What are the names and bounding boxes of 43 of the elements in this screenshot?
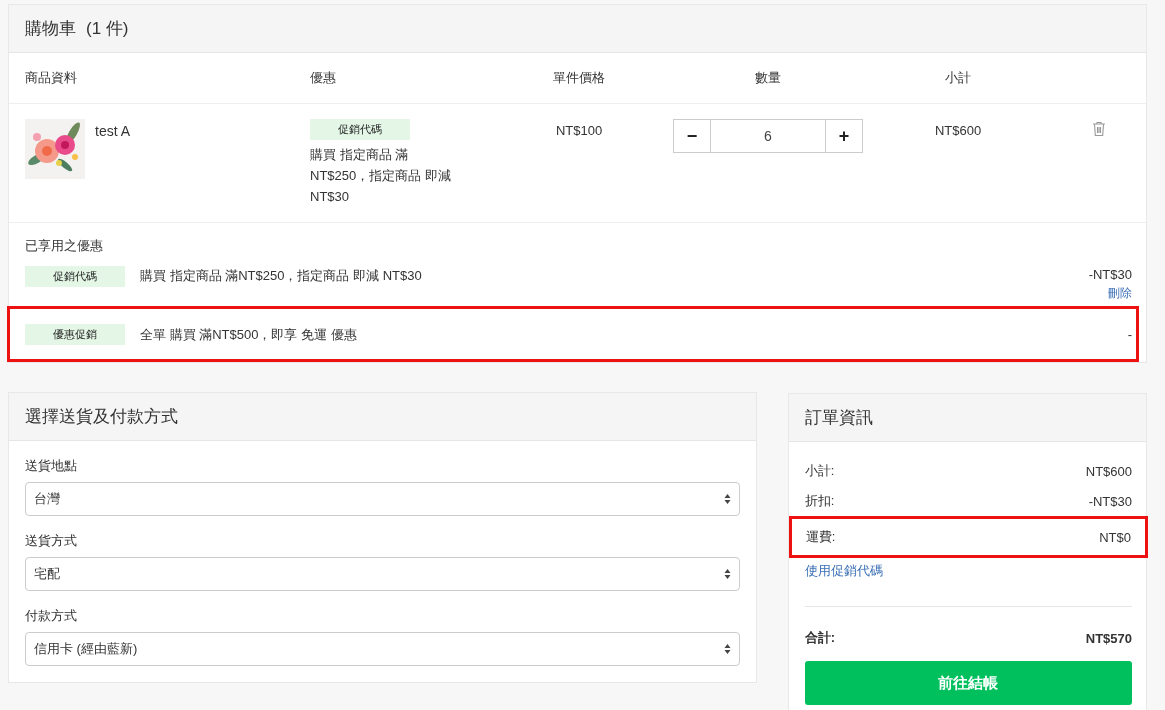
up-down-caret-icon — [723, 493, 731, 505]
trash-icon[interactable] — [1092, 121, 1106, 137]
promo-description: 購買 指定商品 滿 NT$250，指定商品 即減 NT$30 — [310, 146, 452, 206]
field-label: 付款方式 — [25, 607, 78, 625]
column-header: 小計 — [945, 69, 971, 87]
select-field[interactable]: 台灣 — [25, 482, 740, 516]
applied-discounts-title: 已享用之優惠 — [24, 237, 104, 255]
discount-tag: 促銷代碼 — [25, 266, 125, 287]
column-header: 商品資料 — [25, 69, 77, 87]
up-down-caret-icon — [723, 568, 731, 580]
summary-value: -NT$30 — [1088, 493, 1132, 509]
discount-amount: - — [1127, 327, 1132, 342]
delivery-title: 選擇送貨及付款方式 — [25, 406, 178, 428]
order-title: 訂單資訊 — [804, 407, 873, 429]
item-count: (1 件) — [86, 18, 129, 40]
total-value: NT$570 — [1085, 630, 1132, 646]
up-down-caret-icon — [723, 643, 731, 655]
cart-title: 購物車 — [25, 18, 76, 40]
select-field[interactable]: 宅配 — [25, 557, 740, 591]
quantity-field[interactable]: 6 — [710, 120, 826, 152]
column-header: 數量 — [755, 69, 781, 87]
remove-link[interactable]: 刪除 — [1108, 285, 1132, 302]
select-field[interactable]: 信用卡 (經由藍新) — [25, 632, 740, 666]
column-header: 單件價格 — [553, 69, 605, 87]
field-label: 送貨方式 — [25, 532, 78, 550]
summary-label: 小計: — [804, 462, 835, 480]
promo-tag: 促銷代碼 — [310, 119, 410, 140]
summary-value: NT$600 — [1085, 463, 1132, 479]
summary-label: 折扣: — [804, 492, 835, 510]
discount-description: 全單 購買 滿NT$500，即享 免運 優惠 — [140, 325, 357, 344]
summary-label: 運費: — [805, 528, 836, 546]
unit-price: NT$100 — [555, 123, 603, 138]
product-name[interactable]: test A — [95, 123, 131, 139]
quantity-stepper[interactable]: − 6 + — [673, 119, 863, 153]
discount-tag: 優惠促銷 — [25, 323, 125, 345]
field-label: 送貨地點 — [25, 457, 78, 475]
summary-value: NT$0 — [1099, 529, 1131, 545]
column-header: 優惠 — [310, 69, 336, 87]
discount-description: 購買 指定商品 滿NT$250，指定商品 即減 NT$30 — [140, 267, 422, 285]
total-label: 合計: — [804, 629, 835, 647]
discount-amount: -NT$30 — [1088, 267, 1132, 282]
promo-code-link[interactable]: 使用促銷代碼 — [804, 562, 883, 580]
item-subtotal: NT$600 — [934, 123, 982, 138]
